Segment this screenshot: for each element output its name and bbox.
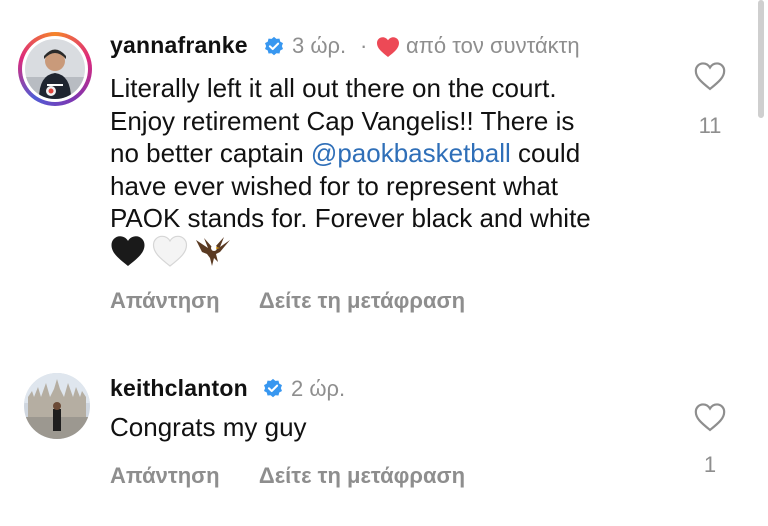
like-heart-icon[interactable] (693, 402, 727, 432)
story-ring[interactable] (18, 32, 92, 106)
reply-button[interactable]: Απάντηση (110, 463, 220, 488)
comment-text-fragment: could (510, 138, 581, 168)
comment-actions: Απάντηση Δείτε τη μετάφραση (110, 288, 499, 314)
see-translation-button[interactable]: Δείτε τη μετάφραση (259, 463, 465, 488)
like-count: 11 (698, 113, 722, 138)
verified-badge-icon (264, 378, 282, 398)
eagle-icon (196, 237, 230, 266)
comment-text-line: Literally left it all out there on the c… (110, 73, 557, 103)
username[interactable]: keithclanton (110, 375, 248, 402)
comment-actions: Απάντηση Δείτε τη μετάφραση (110, 463, 499, 489)
comment-text-line: have ever wished for to represent what (110, 170, 559, 201)
username[interactable]: yannafranke (110, 32, 248, 59)
comment-text-line: Enjoy retirement Cap Vangelis!! There is (110, 105, 575, 136)
like-count: 1 (703, 452, 717, 477)
liked-by-author-label: από τον συντάκτη (406, 33, 580, 58)
comment-text-line: PAOK stands for. Forever black and white (110, 203, 591, 233)
see-translation-button[interactable]: Δείτε τη μετάφραση (259, 288, 465, 313)
black-heart-icon (111, 236, 145, 266)
comment-text: Congrats my guy (110, 412, 307, 442)
scrollbar[interactable] (758, 0, 764, 118)
avatar[interactable] (25, 39, 85, 99)
comment-text-line: no better captain @paokbasketball could (110, 137, 680, 170)
comment-text: Literally left it all out there on the c… (110, 72, 680, 235)
comment-time: 3 ώρ. (292, 33, 347, 58)
avatar[interactable] (24, 373, 90, 439)
meta-separator: · (360, 33, 368, 58)
mention-link[interactable]: @paokbasketball (311, 138, 511, 168)
comment-text-fragment: no better captain (110, 138, 311, 168)
white-heart-icon (152, 235, 188, 267)
like-heart-icon[interactable] (693, 61, 727, 91)
verified-badge-icon (265, 36, 283, 56)
author-heart-icon (377, 37, 399, 57)
comment-time: 2 ώρ. (291, 376, 346, 401)
reply-button[interactable]: Απάντηση (110, 288, 220, 313)
